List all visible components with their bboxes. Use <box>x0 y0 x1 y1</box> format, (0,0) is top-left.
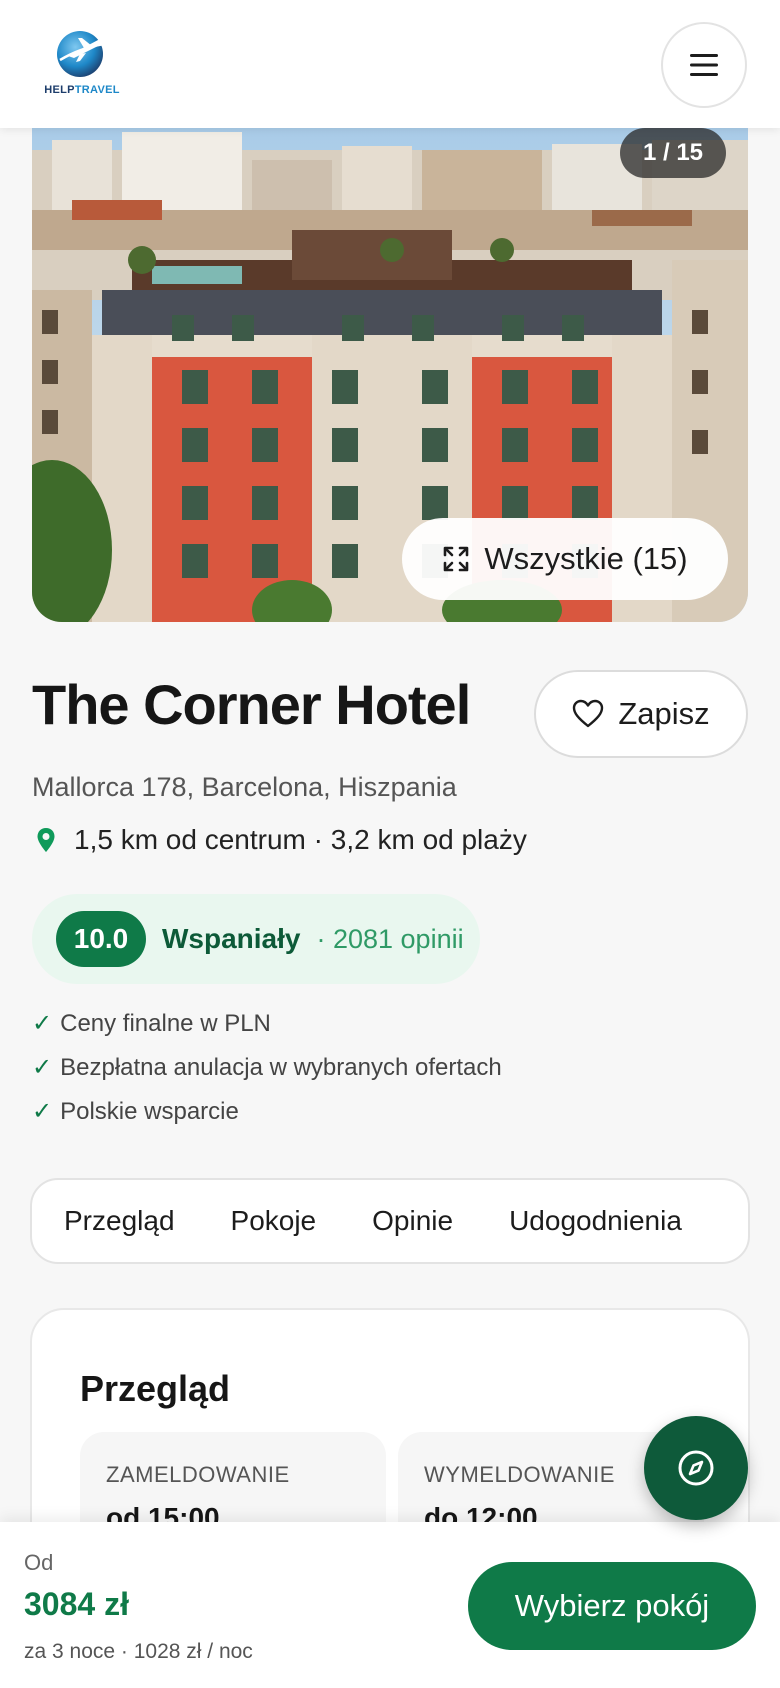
price-from-label: Od <box>24 1550 54 1575</box>
helptravel-logo[interactable]: HELPTRAVEL <box>40 26 124 98</box>
perk-text: Bezpłatna anulacja w wybranych ofertach <box>60 1054 502 1081</box>
total-price: 3084 zł <box>24 1586 129 1622</box>
hotel-distance: 1,5 km od centrum · 3,2 km od plaży <box>36 824 527 856</box>
price-detail: za 3 noce · 1028 zł / noc <box>24 1640 253 1663</box>
hotel-address: Mallorca 178, Barcelona, Hiszpania <box>32 772 457 802</box>
check-icon: ✓ <box>32 1010 53 1037</box>
compass-icon <box>678 1450 714 1486</box>
rating-summary[interactable]: 10.0 Wspaniały · 2081 opinii <box>32 894 480 984</box>
airplane-globe-logo-icon <box>57 31 106 77</box>
perk-item: ✓ Polskie wsparcie <box>32 1096 502 1140</box>
perk-text: Polskie wsparcie <box>60 1098 239 1125</box>
rating-score-badge: 10.0 <box>56 911 146 967</box>
rating-label: Wspaniały <box>162 923 301 954</box>
distance-text: 1,5 km od centrum · 3,2 km od plaży <box>74 824 527 855</box>
choose-room-button[interactable]: Wybierz pokój <box>468 1562 756 1650</box>
perk-item: ✓ Bezpłatna anulacja w wybranych ofertach <box>32 1052 502 1096</box>
booking-bar: Od 3084 zł za 3 noce · 1028 zł / noc Wyb… <box>0 1522 780 1688</box>
hotel-name: The Corner Hotel <box>32 673 471 736</box>
tab-amenities[interactable]: Udogodnienia <box>509 1205 682 1237</box>
hamburger-icon <box>690 54 718 76</box>
photo-gallery[interactable]: 1 / 15 Wszystkie (15) <box>32 110 748 622</box>
map-pin-icon <box>37 828 55 852</box>
checkout-label: WYMELDOWANIE <box>424 1462 615 1487</box>
save-button[interactable]: Zapisz <box>534 670 748 758</box>
all-photos-label: Wszystkie (15) <box>484 541 688 576</box>
checkin-label: ZAMELDOWANIE <box>106 1462 290 1487</box>
tab-reviews[interactable]: Opinie <box>372 1205 453 1237</box>
check-icon: ✓ <box>32 1098 53 1125</box>
tab-overview[interactable]: Przegląd <box>64 1205 175 1237</box>
logo-wordmark: HELPTRAVEL <box>40 84 124 96</box>
explore-fab[interactable] <box>644 1416 748 1520</box>
tab-rooms[interactable]: Pokoje <box>231 1205 317 1237</box>
all-photos-button[interactable]: Wszystkie (15) <box>402 518 728 600</box>
section-tabs: Przegląd Pokoje Opinie Udogodnienia <box>30 1178 750 1264</box>
logo-text-travel: TRAVEL <box>74 84 120 96</box>
heart-icon <box>573 699 604 728</box>
perk-item: ✓ Ceny finalne w PLN <box>32 1008 502 1052</box>
perk-text: Ceny finalne w PLN <box>60 1010 271 1037</box>
save-label: Zapisz <box>618 696 710 731</box>
overview-title: Przegląd <box>80 1368 231 1409</box>
expand-icon <box>444 546 469 572</box>
check-icon: ✓ <box>32 1054 53 1081</box>
perks-list: ✓ Ceny finalne w PLN ✓ Bezpłatna anulacja … <box>32 1008 502 1140</box>
top-header: HELPTRAVEL <box>0 0 780 128</box>
review-count: · 2081 opinii <box>316 923 464 954</box>
menu-button[interactable] <box>661 22 747 108</box>
photo-counter: 1 / 15 <box>620 128 726 178</box>
logo-text-help: HELP <box>44 84 75 96</box>
